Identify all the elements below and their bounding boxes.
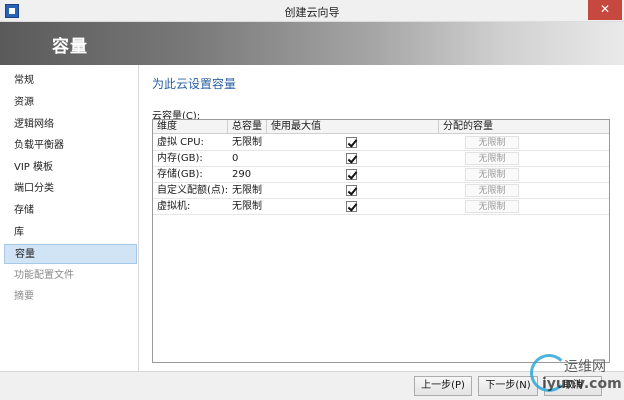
- table-row: 存储(GB): 290 无限制: [153, 167, 609, 183]
- table-row: 虚拟 CPU: 无限制 无限制: [153, 135, 609, 151]
- sidebar-item-load-balancers[interactable]: 负载平衡器: [4, 136, 137, 156]
- use-max-checkbox[interactable]: [346, 137, 357, 148]
- sidebar-item-library[interactable]: 库: [4, 223, 137, 243]
- window-title: 创建云向导: [284, 6, 340, 19]
- wizard-header: 容量: [0, 22, 624, 65]
- sidebar-item-capacity[interactable]: 容量: [4, 244, 137, 264]
- cell-dimension: 虚拟 CPU:: [157, 137, 204, 148]
- cell-dimension: 虚拟机:: [157, 201, 191, 212]
- cell-dimension: 内存(GB):: [157, 153, 203, 164]
- allocated-field[interactable]: 无限制: [465, 168, 519, 181]
- use-max-checkbox[interactable]: [346, 201, 357, 212]
- column-header-dimension[interactable]: 维度: [153, 120, 228, 134]
- allocated-field[interactable]: 无限制: [465, 136, 519, 149]
- previous-button[interactable]: 上一步(P): [414, 376, 472, 396]
- table-row: 内存(GB): 0 无限制: [153, 151, 609, 167]
- table-row: 自定义配额(点): 无限制 无限制: [153, 183, 609, 199]
- watermark-logo: 运维网 iyunv.com: [528, 352, 622, 398]
- window-titlebar: 创建云向导 ✕: [0, 0, 624, 22]
- allocated-field[interactable]: 无限制: [465, 200, 519, 213]
- sidebar-item-resources[interactable]: 资源: [4, 93, 137, 113]
- cell-total: 无限制: [232, 185, 262, 196]
- sidebar-item-port-classifications[interactable]: 端口分类: [4, 179, 137, 199]
- watermark-text: 运维网: [564, 359, 606, 375]
- allocated-field[interactable]: 无限制: [465, 152, 519, 165]
- sidebar-item-summary[interactable]: 摘要: [4, 287, 137, 307]
- close-button[interactable]: ✕: [588, 0, 622, 20]
- section-title: 为此云设置容量: [152, 77, 237, 91]
- watermark-domain: iyunv.com: [542, 376, 622, 392]
- cell-total: 290: [232, 169, 252, 180]
- sidebar-item-general[interactable]: 常规: [4, 71, 137, 91]
- page-title: 容量: [52, 37, 88, 57]
- cell-total: 无限制: [232, 137, 262, 148]
- cell-total: 无限制: [232, 201, 262, 212]
- column-header-use-max[interactable]: 使用最大值: [267, 120, 439, 134]
- column-header-total[interactable]: 总容量: [228, 120, 267, 134]
- sidebar-item-vip-templates[interactable]: VIP 模板: [4, 158, 137, 178]
- capacity-grid: 维度 总容量 使用最大值 分配的容量 虚拟 CPU: 无限制 无限制 内存(GB…: [152, 119, 610, 363]
- use-max-checkbox[interactable]: [346, 185, 357, 196]
- use-max-checkbox[interactable]: [346, 153, 357, 164]
- use-max-checkbox[interactable]: [346, 169, 357, 180]
- cell-dimension: 自定义配额(点):: [157, 185, 229, 196]
- column-header-allocated[interactable]: 分配的容量: [439, 120, 609, 134]
- wizard-content: 为此云设置容量 云容量(C): 维度 总容量 使用最大值 分配的容量 虚拟 CP…: [140, 65, 624, 371]
- cell-dimension: 存储(GB):: [157, 169, 203, 180]
- wizard-steps-sidebar: 常规 资源 逻辑网络 负载平衡器 VIP 模板 端口分类 存储 库 容量 功能配…: [0, 65, 139, 371]
- sidebar-item-logical-networks[interactable]: 逻辑网络: [4, 115, 137, 135]
- sidebar-item-capability-profiles[interactable]: 功能配置文件: [4, 266, 137, 286]
- sidebar-item-storage[interactable]: 存储: [4, 201, 137, 221]
- grid-header: 维度 总容量 使用最大值 分配的容量: [153, 120, 609, 134]
- cell-total: 0: [232, 153, 239, 164]
- allocated-field[interactable]: 无限制: [465, 184, 519, 197]
- table-row: 虚拟机: 无限制 无限制: [153, 199, 609, 215]
